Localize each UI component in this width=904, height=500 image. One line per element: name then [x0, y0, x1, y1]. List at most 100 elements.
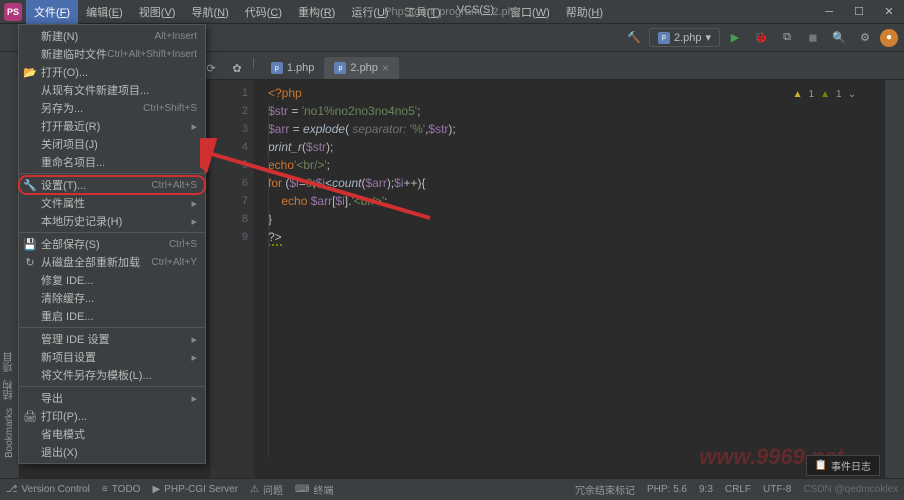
menu-代码[interactable]: 代码(C)	[237, 0, 290, 24]
file-menu-item[interactable]: 退出(X)	[19, 443, 205, 461]
line-number[interactable]: 4	[210, 138, 248, 156]
line-number[interactable]: 9	[210, 228, 248, 246]
file-menu-item[interactable]: 📂打开(O)...	[19, 63, 205, 81]
line-number[interactable]: 5	[210, 156, 248, 174]
menu-label: 打开(O)...	[41, 64, 197, 80]
menu-label: 从磁盘全部重新加载	[41, 254, 151, 270]
php-version[interactable]: PHP: 5.6	[647, 484, 687, 495]
code-line[interactable]: ?>	[268, 228, 884, 246]
line-number[interactable]: 1	[210, 84, 248, 102]
status-终端[interactable]: ⌨终端	[295, 482, 333, 497]
menu-帮助[interactable]: 帮助(H)	[558, 0, 611, 24]
line-number[interactable]: 3	[210, 120, 248, 138]
gear-icon[interactable]: ✿	[226, 57, 248, 79]
file-menu-item[interactable]: 打开最近(R)▸	[19, 117, 205, 135]
tab-label: 1.php	[287, 62, 315, 74]
code-line[interactable]: $str = 'no1%no2no3no4no5';	[268, 102, 884, 120]
stop-button[interactable]: ◼	[802, 27, 824, 49]
menu-icon: 💾	[23, 238, 37, 251]
menu-编辑[interactable]: 编辑(E)	[78, 0, 131, 24]
file-menu-item[interactable]: 省电模式	[19, 425, 205, 443]
tab-close-icon[interactable]: ×	[382, 61, 389, 75]
structure-tool[interactable]: 结构	[2, 380, 17, 400]
build-icon[interactable]: 🔨	[623, 27, 645, 49]
menu-shortcut: Ctrl+S	[169, 239, 197, 250]
weak-warning-icon[interactable]: ▲	[820, 86, 830, 104]
minimize-button[interactable]: ─	[814, 0, 844, 24]
file-menu-item[interactable]: 🔧设置(T)...Ctrl+Alt+S	[19, 176, 205, 194]
divider: |	[252, 57, 255, 79]
settings-icon[interactable]: ⚙	[854, 27, 876, 49]
status-version-control[interactable]: ⎇Version Control	[6, 482, 90, 497]
code-line[interactable]: print_r($str);	[268, 138, 884, 156]
maximize-button[interactable]: ☐	[844, 0, 874, 24]
file-menu-item[interactable]: 重启 IDE...	[19, 307, 205, 325]
file-menu-item[interactable]: 新项目设置▸	[19, 348, 205, 366]
user-avatar[interactable]: ●	[880, 29, 898, 47]
menu-视图[interactable]: 视图(V)	[131, 0, 184, 24]
bookmarks-tool[interactable]: Bookmarks	[4, 408, 15, 458]
warning-icon[interactable]: ▲	[793, 86, 803, 104]
code-line[interactable]: }	[268, 210, 884, 228]
menu-label: 从现有文件新建项目...	[41, 82, 197, 98]
editor-tab[interactable]: p2.php×	[324, 57, 399, 79]
submenu-arrow-icon: ▸	[191, 333, 197, 346]
file-menu-item[interactable]: ↻从磁盘全部重新加载Ctrl+Alt+Y	[19, 253, 205, 271]
submenu-arrow-icon: ▸	[191, 120, 197, 133]
line-number[interactable]: 7	[210, 192, 248, 210]
code-line[interactable]: $arr = explode( separator: '%',$str);	[268, 120, 884, 138]
code-line[interactable]: echo $arr[$i].'<br/>';	[268, 192, 884, 210]
menu-重构[interactable]: 重构(R)	[290, 0, 343, 24]
run-coverage-button[interactable]: ⧉	[776, 27, 798, 49]
file-menu-item[interactable]: 修复 IDE...	[19, 271, 205, 289]
file-menu-item[interactable]: 🖨打印(P)...	[19, 407, 205, 425]
file-menu-item[interactable]: 导出▸	[19, 389, 205, 407]
editor-tab[interactable]: p 1.php	[261, 57, 325, 79]
search-everywhere-icon[interactable]: 🔍	[828, 27, 850, 49]
line-number[interactable]: 8	[210, 210, 248, 228]
code-line[interactable]: <?php	[268, 84, 884, 102]
status-icon: ⌨	[295, 484, 309, 495]
file-menu-item[interactable]: 本地历史记录(H)▸	[19, 212, 205, 230]
file-menu-item[interactable]: 从现有文件新建项目...	[19, 81, 205, 99]
status-php-cgi-server[interactable]: ▶PHP-CGI Server	[152, 482, 238, 497]
menu-label: 全部保存(S)	[41, 236, 169, 252]
file-menu-item[interactable]: 文件属性▸	[19, 194, 205, 212]
menu-label: 打开最近(R)	[41, 118, 197, 134]
file-menu-item[interactable]: 重命名项目...	[19, 153, 205, 171]
event-log-popup[interactable]: 📋 事件日志	[806, 455, 880, 476]
php-file-icon: p	[658, 32, 670, 44]
menu-label: 关闭项目(J)	[41, 136, 197, 152]
status-todo[interactable]: ≡TODO	[102, 482, 141, 497]
run-button[interactable]: ▶	[724, 27, 746, 49]
php-file-icon: p	[271, 62, 283, 74]
file-menu-item[interactable]: 将文件另存为模板(L)...	[19, 366, 205, 384]
run-config-label: 2.php	[674, 32, 702, 44]
file-encoding[interactable]: UTF-8	[763, 484, 791, 495]
caret-position[interactable]: 9:3	[699, 484, 713, 495]
status-问题[interactable]: ⚠问题	[250, 482, 283, 497]
submenu-arrow-icon: ▸	[191, 197, 197, 210]
code-line[interactable]: echo'<br/>';	[268, 156, 884, 174]
file-menu-item[interactable]: 另存为...Ctrl+Shift+S	[19, 99, 205, 117]
code-line[interactable]: for ($i=0;$i<count($arr);$i++){	[268, 174, 884, 192]
status-icon: ≡	[102, 484, 108, 495]
line-number[interactable]: 2	[210, 102, 248, 120]
file-menu-item[interactable]: 关闭项目(J)	[19, 135, 205, 153]
run-config-selector[interactable]: p 2.php ▾	[649, 28, 720, 47]
menu-label: 另存为...	[41, 100, 143, 116]
close-button[interactable]: ✕	[874, 0, 904, 24]
menu-文件[interactable]: 文件(F)	[26, 0, 78, 24]
menu-shortcut: Ctrl+Alt+S	[151, 180, 197, 191]
file-menu-item[interactable]: 新建(N)Alt+Insert	[19, 27, 205, 45]
debug-button[interactable]: 🐞	[750, 27, 772, 49]
project-tool[interactable]: 项目	[2, 352, 17, 372]
inspections-chevron[interactable]: ⌄	[848, 86, 856, 104]
line-separator[interactable]: CRLF	[725, 484, 751, 495]
file-menu-item[interactable]: 清除缓存...	[19, 289, 205, 307]
file-menu-item[interactable]: 新建临时文件Ctrl+Alt+Shift+Insert	[19, 45, 205, 63]
file-menu-item[interactable]: 管理 IDE 设置▸	[19, 330, 205, 348]
menu-导航[interactable]: 导航(N)	[183, 0, 236, 24]
file-menu-item[interactable]: 💾 全部保存(S)Ctrl+S	[19, 235, 205, 253]
line-number[interactable]: 6	[210, 174, 248, 192]
